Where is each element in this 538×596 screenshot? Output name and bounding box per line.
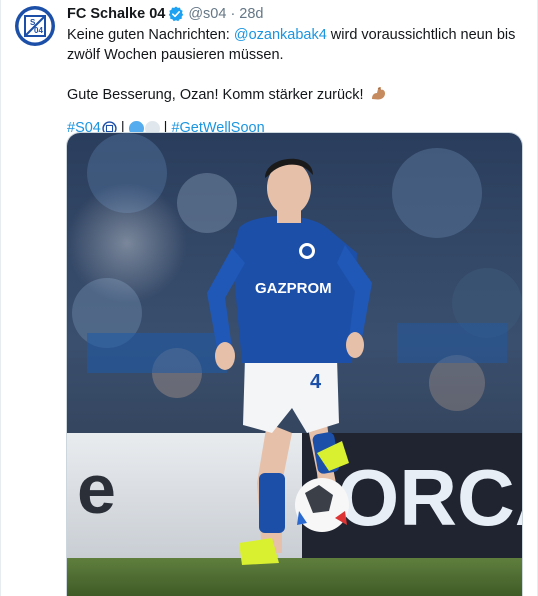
schalke-crest-icon: S 04 bbox=[15, 6, 55, 46]
svg-text:04: 04 bbox=[34, 26, 43, 35]
author-handle[interactable]: @s04 bbox=[188, 6, 226, 22]
mention-link[interactable]: @ozankabak4 bbox=[234, 27, 327, 43]
separator-dot: · bbox=[230, 6, 236, 22]
tweet-photo[interactable]: e ORCA 4 GAZPROM bbox=[66, 132, 523, 596]
tweet-content: FC Schalke 04 @s04 · 28d Keine guten Nac… bbox=[67, 4, 527, 138]
board-text-right: ORCA bbox=[337, 453, 523, 542]
tweet-text-line2: Gute Besserung, Ozan! Komm stärker zurüc… bbox=[67, 87, 364, 103]
tweet-container: S 04 FC Schalke 04 @s04 · 28d Keine gute… bbox=[0, 0, 538, 596]
shirt-number: 4 bbox=[310, 371, 322, 393]
verified-badge-icon bbox=[168, 6, 184, 22]
avatar[interactable]: S 04 bbox=[13, 4, 57, 48]
player-photo: e ORCA 4 GAZPROM bbox=[67, 133, 523, 596]
tweet-text-part: Keine guten Nachrichten: bbox=[67, 27, 234, 43]
board-text-left: e bbox=[77, 450, 116, 528]
jersey-sponsor: GAZPROM bbox=[255, 280, 332, 297]
tweet-text: Keine guten Nachrichten: @ozankabak4 wir… bbox=[67, 25, 527, 108]
flexed-biceps-icon bbox=[370, 85, 387, 108]
tweet-header: FC Schalke 04 @s04 · 28d bbox=[67, 4, 527, 24]
author-name[interactable]: FC Schalke 04 bbox=[67, 6, 165, 22]
tweet-timestamp[interactable]: 28d bbox=[239, 6, 263, 22]
